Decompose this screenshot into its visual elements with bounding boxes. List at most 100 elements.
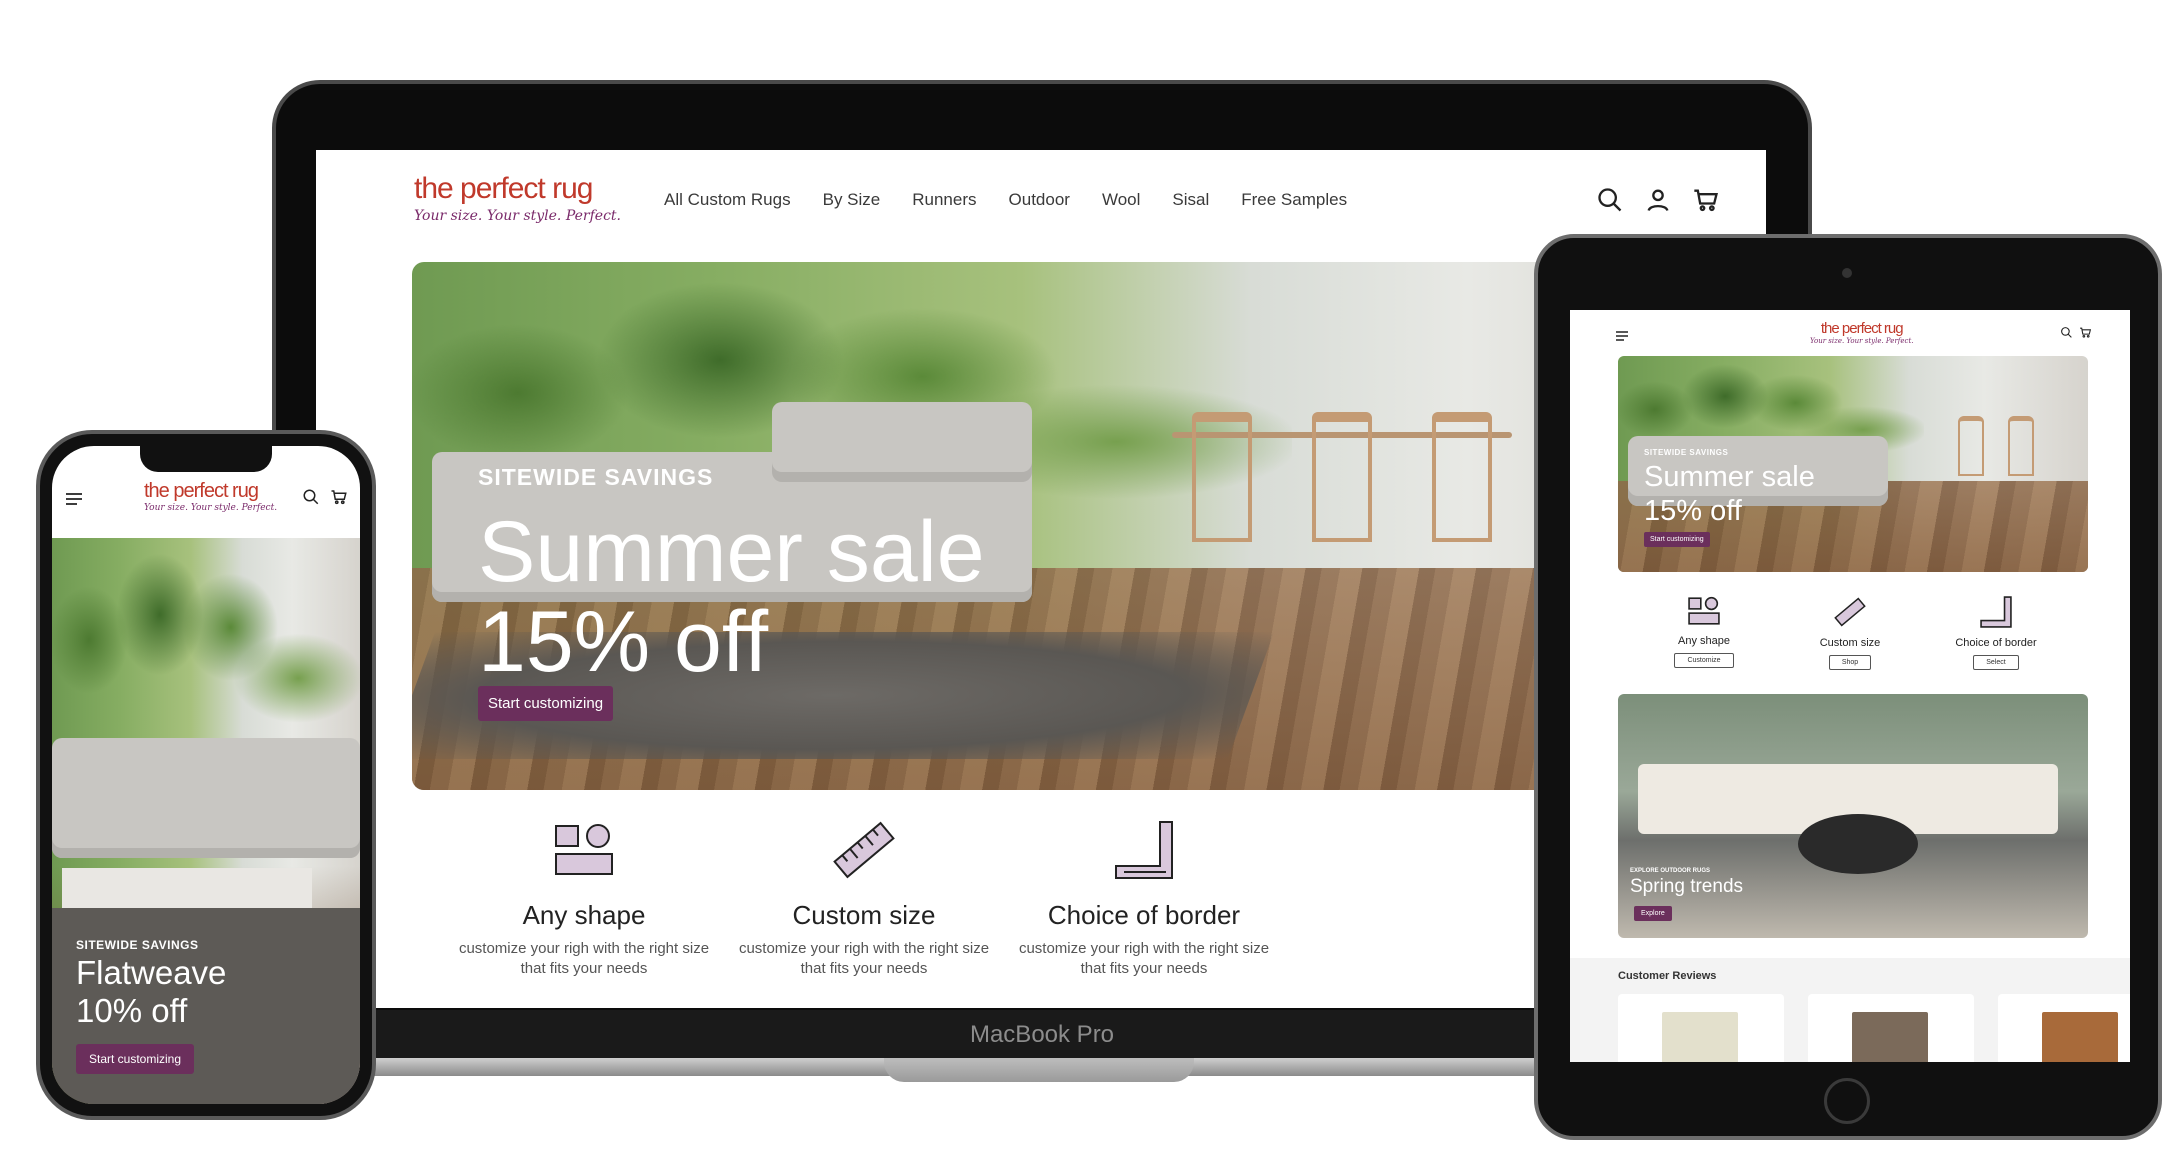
cart-icon[interactable] — [330, 488, 348, 506]
hero-title-line2: 15% off — [478, 594, 769, 690]
hero-title-line2: 10% off — [76, 992, 188, 1029]
feature-desc-line1: customize your righ with the right size — [738, 940, 990, 957]
promo-title: Spring trends — [1630, 876, 1744, 897]
hero-banner: SITEWIDE SAVINGS Summer sale 15% off Sta… — [1618, 356, 2088, 572]
device-label: MacBook Pro — [969, 1021, 1115, 1048]
phone-notch — [140, 444, 272, 472]
tablet-screen: the perfect rug Your size. Your style. P… — [1570, 310, 2130, 1062]
brand-logo[interactable]: the perfect rug Your size. Your style. P… — [414, 172, 621, 224]
reviews-title: Customer Reviews — [1618, 970, 1717, 982]
rug-swatch — [1662, 1012, 1738, 1062]
feature-any-shape[interactable]: Any shape customize your righ with the r… — [434, 810, 734, 979]
menu-icon[interactable] — [66, 492, 82, 510]
brand-logo[interactable]: the perfect rug Your size. Your style. P… — [1810, 320, 1914, 345]
rug-swatch — [1852, 1012, 1928, 1062]
shop-button[interactable]: Shop — [1828, 655, 1872, 670]
menu-icon[interactable] — [1616, 328, 1628, 346]
feature-desc-line1: customize your righ with the right size — [458, 940, 710, 957]
logo-wordmark: the perfect rug — [144, 480, 259, 502]
hero-title-line2: 15% off — [1644, 495, 1742, 527]
logo-tagline: Your size. Your style. Perfect. — [144, 503, 278, 513]
home-button[interactable] — [1824, 1078, 1870, 1124]
hero-title-line1: Summer sale — [478, 504, 985, 600]
feature-any-shape: Any shape Customize — [1644, 596, 1764, 668]
feature-title: Choice of border — [1955, 637, 2037, 649]
shapes-icon — [1688, 596, 1720, 625]
feature-title: Choice of border — [1047, 900, 1241, 930]
nav-item-by-size[interactable]: By Size — [823, 190, 881, 210]
shapes-icon — [434, 810, 734, 890]
nav-item-free-samples[interactable]: Free Samples — [1241, 190, 1347, 210]
search-icon[interactable] — [302, 488, 320, 506]
header-icons — [2060, 326, 2092, 339]
hero-coffee-table — [62, 868, 312, 908]
brand-logo[interactable]: the perfect rug Your size. Your style. P… — [144, 480, 277, 513]
hero-title: Summer sale 15% off — [478, 507, 985, 687]
feature-choice-of-border[interactable]: Choice of border customize your righ wit… — [994, 810, 1294, 979]
hero-chair — [1958, 416, 1984, 476]
rug-swatch — [2042, 1012, 2118, 1062]
feature-choice-of-border: Choice of border Select — [1936, 596, 2056, 670]
hero-sofa-cushion — [772, 402, 1032, 482]
promo-kicker: EXPLORE OUTDOOR RUGS — [1630, 868, 1711, 874]
start-customizing-button[interactable]: Start customizing — [1644, 532, 1710, 547]
porch-table — [1798, 814, 1918, 874]
phone-screen: the perfect rug Your size. Your style. P… — [52, 446, 360, 1104]
start-customizing-button[interactable]: Start customizing — [76, 1044, 195, 1074]
feature-desc-line1: customize your righ with the right size — [1018, 940, 1270, 957]
review-card[interactable] — [1998, 994, 2130, 1062]
cart-icon[interactable] — [2079, 326, 2092, 339]
nav-item-outdoor[interactable]: Outdoor — [1009, 190, 1070, 210]
phone-device: the perfect rug Your size. Your style. P… — [36, 430, 376, 1120]
select-button[interactable]: Select — [1973, 655, 2019, 670]
hero-title: Summer sale 15% off — [1644, 460, 1815, 528]
header-icons — [302, 488, 348, 506]
hero-chair — [1192, 412, 1252, 542]
header-icons — [1596, 186, 1720, 214]
explore-button[interactable]: Explore — [1634, 906, 1672, 921]
cart-icon[interactable] — [1692, 186, 1720, 214]
hero-chair — [1312, 412, 1372, 542]
laptop-hinge-notch — [884, 1058, 1194, 1082]
search-icon[interactable] — [2060, 326, 2073, 339]
customer-reviews: Customer Reviews — [1570, 958, 2130, 1062]
search-icon[interactable] — [1596, 186, 1624, 214]
hero-kicker: SITEWIDE SAVINGS — [76, 938, 199, 952]
feature-desc-line2: that fits your needs — [1080, 960, 1208, 977]
tablet-camera — [1842, 268, 1852, 278]
hero-chair — [2008, 416, 2034, 476]
nav-item-sisal[interactable]: Sisal — [1172, 190, 1209, 210]
hero-kicker: SITEWIDE SAVINGS — [1644, 448, 1729, 457]
hero-sofa — [52, 738, 360, 858]
promo-banner: EXPLORE OUTDOOR RUGS Spring trends Explo… — [1618, 694, 2088, 938]
hero-title-line1: Flatweave — [76, 954, 227, 991]
feature-custom-size[interactable]: Custom size customize your righ with the… — [714, 810, 1014, 979]
logo-wordmark: the perfect rug — [1820, 320, 1904, 337]
ruler-icon — [714, 810, 1014, 890]
start-customizing-button[interactable]: Start customizing — [478, 686, 614, 721]
nav-item-wool[interactable]: Wool — [1102, 190, 1140, 210]
account-icon[interactable] — [1644, 186, 1672, 214]
hero-banner: SITEWIDE SAVINGS Flatweave 10% off Start… — [52, 538, 360, 1104]
border-icon — [1980, 596, 2012, 628]
feature-desc-line2: that fits your needs — [800, 960, 928, 977]
feature-custom-size: Custom size Shop — [1790, 596, 1910, 670]
nav-item-all-custom-rugs[interactable]: All Custom Rugs — [664, 190, 791, 210]
logo-tagline: Your size. Your style. Perfect. — [414, 208, 621, 224]
customize-button[interactable]: Customize — [1674, 653, 1734, 668]
review-card[interactable] — [1808, 994, 1974, 1062]
feature-desc: customize your righ with the right size … — [434, 939, 734, 979]
feature-title: Custom size — [1819, 637, 1881, 649]
hero-title-line1: Summer sale — [1644, 461, 1815, 493]
ruler-icon — [1834, 597, 1866, 627]
main-nav: All Custom Rugs By Size Runners Outdoor … — [664, 190, 1347, 210]
feature-title: Any shape — [1678, 635, 1730, 647]
hero-kicker: SITEWIDE SAVINGS — [478, 464, 714, 490]
feature-title: Custom size — [792, 900, 936, 930]
nav-item-runners[interactable]: Runners — [912, 190, 976, 210]
feature-desc: customize your righ with the right size … — [714, 939, 1014, 979]
hero-title: Flatweave 10% off — [76, 954, 226, 1030]
review-card[interactable] — [1618, 994, 1784, 1062]
hero-chair — [1432, 412, 1492, 542]
logo-tagline: Your size. Your style. Perfect. — [1810, 337, 1914, 345]
